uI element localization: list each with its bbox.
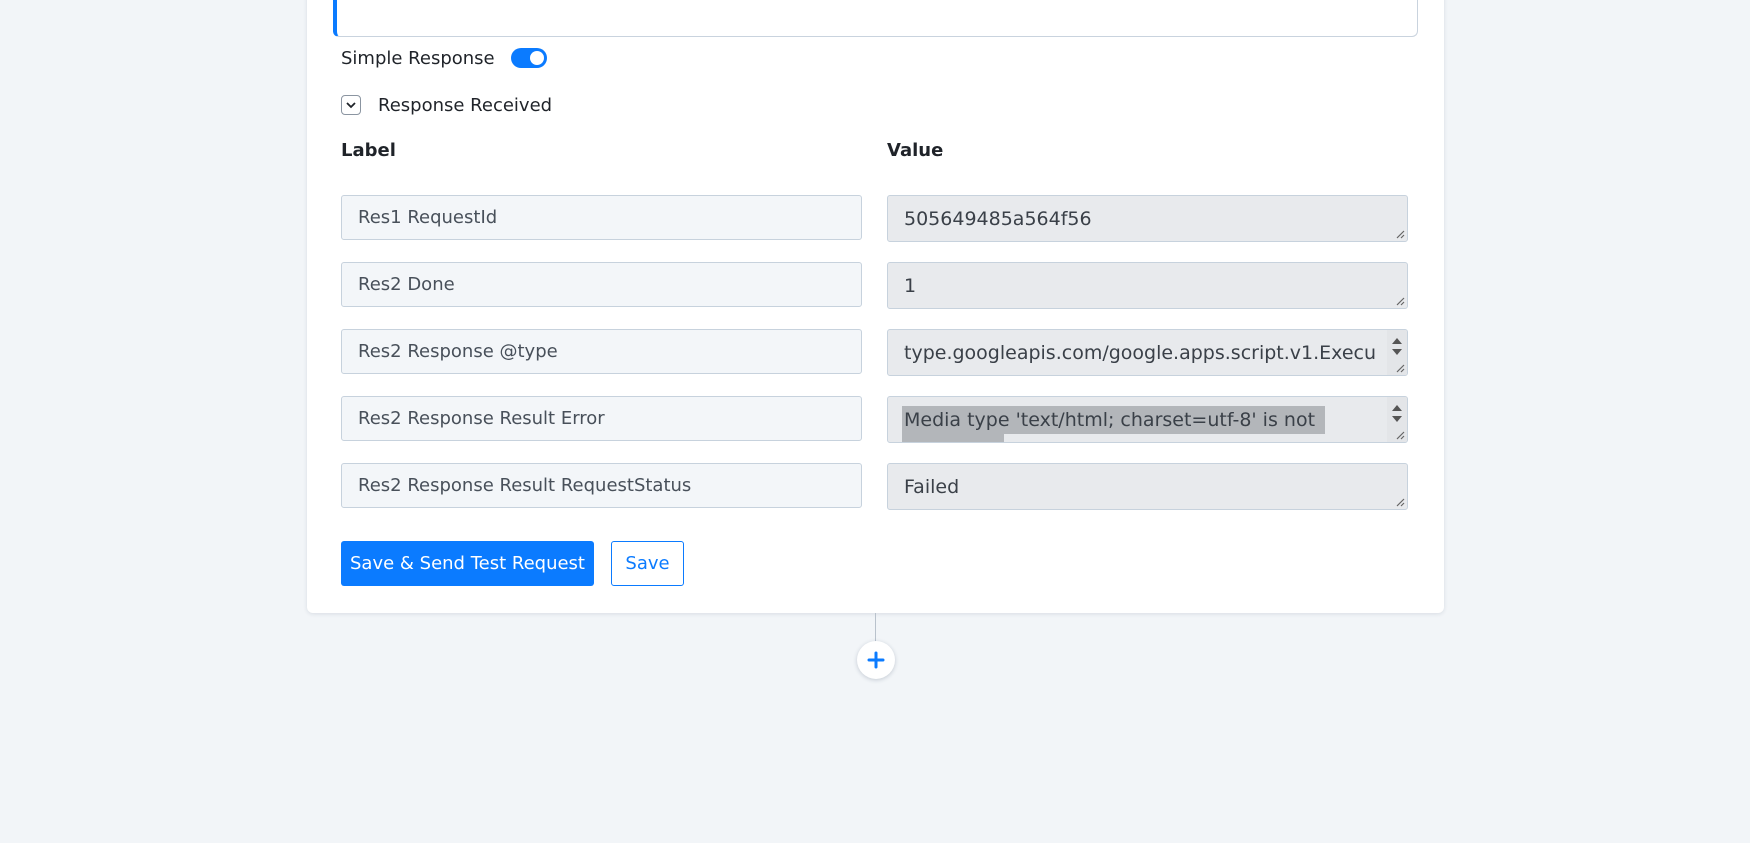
text-selection-highlight <box>902 434 1004 442</box>
scroll-up-icon[interactable] <box>1392 405 1402 411</box>
value-text: Media type 'text/html; charset=utf-8' is… <box>902 405 1326 434</box>
save-button[interactable]: Save <box>611 541 684 586</box>
value-field-res2-response-result-requeststatus[interactable]: Failed <box>887 463 1408 510</box>
label-input-res2-done[interactable]: Res2 Done <box>341 262 862 307</box>
response-received-label: Response Received <box>378 94 553 116</box>
scroll-down-icon[interactable] <box>1392 349 1402 355</box>
value-text: Failed <box>904 475 960 498</box>
request-body-editor[interactable] <box>333 0 1418 37</box>
value-field-res2-response-type[interactable]: type.googleapis.com/google.apps.script.v… <box>887 329 1408 376</box>
label-input-res1-requestid[interactable]: Res1 RequestId <box>341 195 862 240</box>
value-text: 505649485a564f56 <box>904 207 1092 230</box>
value-column-header: Value <box>887 140 944 161</box>
resize-grip-icon[interactable] <box>1395 363 1405 373</box>
chevron-down-icon[interactable] <box>341 95 361 115</box>
webhook-response-card: Simple Response Response Received Label … <box>307 0 1444 613</box>
resize-grip-icon[interactable] <box>1395 296 1405 306</box>
simple-response-label: Simple Response <box>341 47 495 69</box>
label-input-res2-response-result-requeststatus[interactable]: Res2 Response Result RequestStatus <box>341 463 862 508</box>
label-input-res2-response-type[interactable]: Res2 Response @type <box>341 329 862 374</box>
plus-icon <box>867 651 885 669</box>
simple-response-toggle[interactable] <box>510 48 547 68</box>
toggle-knob <box>529 51 544 65</box>
value-field-res1-requestid[interactable]: 505649485a564f56 <box>887 195 1408 242</box>
save-and-send-test-request-button[interactable]: Save & Send Test Request <box>341 541 594 586</box>
scroll-down-icon[interactable] <box>1392 416 1402 422</box>
resize-grip-icon[interactable] <box>1395 229 1405 239</box>
resize-grip-icon[interactable] <box>1395 497 1405 507</box>
simple-response-row: Simple Response <box>341 46 547 70</box>
value-text: type.googleapis.com/google.apps.script.v… <box>904 341 1377 364</box>
value-field-res2-response-result-error[interactable]: Media type 'text/html; charset=utf-8' is… <box>887 396 1408 443</box>
add-step-button[interactable] <box>857 641 895 679</box>
label-input-res2-response-result-error[interactable]: Res2 Response Result Error <box>341 396 862 441</box>
value-field-res2-done[interactable]: 1 <box>887 262 1408 309</box>
response-received-header[interactable]: Response Received <box>341 92 552 118</box>
value-text: 1 <box>904 274 917 297</box>
step-connector-line <box>875 613 876 643</box>
scroll-up-icon[interactable] <box>1392 338 1402 344</box>
label-column-header: Label <box>341 140 396 161</box>
resize-grip-icon[interactable] <box>1395 430 1405 440</box>
